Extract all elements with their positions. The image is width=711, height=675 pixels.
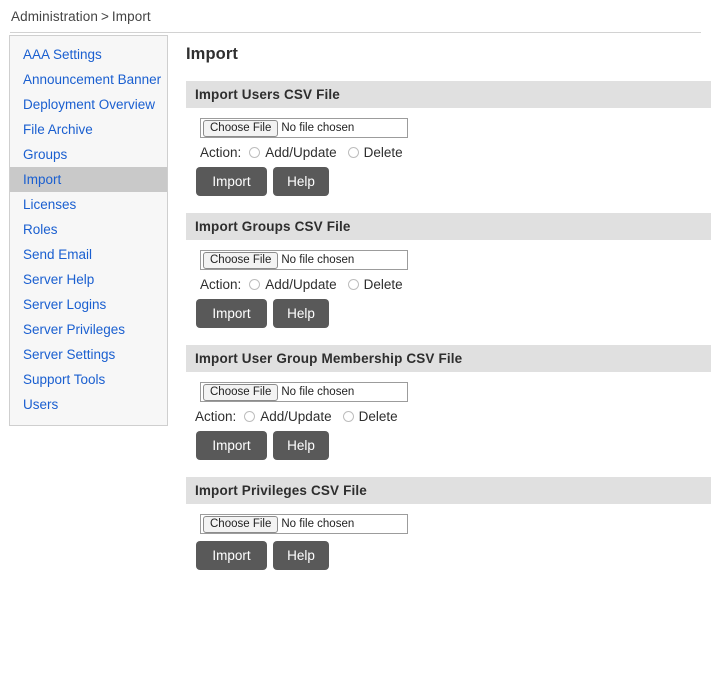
- radio-delete-input[interactable]: [348, 279, 359, 290]
- help-button[interactable]: Help: [273, 431, 329, 460]
- radio-add-update-input[interactable]: [249, 147, 260, 158]
- sidebar-item-label: AAA Settings: [23, 47, 102, 62]
- breadcrumb: Administration>Import: [0, 0, 711, 24]
- sidebar-item-import[interactable]: Import: [10, 167, 167, 192]
- action-label: Action:: [200, 145, 241, 160]
- sidebar-item-label: Support Tools: [23, 372, 105, 387]
- sidebar-item-label: Groups: [23, 147, 67, 162]
- sidebar-item-label: Send Email: [23, 247, 92, 262]
- sidebar-item-label: File Archive: [23, 122, 93, 137]
- sidebar-item-label: Licenses: [23, 197, 76, 212]
- import-sections: Import Users CSV FileChoose FileNo file …: [186, 81, 711, 570]
- sidebar-item-server-logins[interactable]: Server Logins: [10, 292, 167, 317]
- section-import-privileges-csv-file: Import Privileges CSV FileChoose FileNo …: [186, 477, 711, 570]
- button-row: ImportHelp: [196, 167, 711, 196]
- section-header: Import User Group Membership CSV File: [186, 345, 711, 372]
- section-header: Import Groups CSV File: [186, 213, 711, 240]
- admin-sidebar: AAA Settings Announcement Banner Deploymen…: [9, 35, 168, 426]
- radio-add-update-input[interactable]: [244, 411, 255, 422]
- help-button[interactable]: Help: [273, 299, 329, 328]
- action-label: Action:: [195, 409, 236, 424]
- sidebar-item-label: Announcement Banner: [23, 72, 161, 87]
- radio-option-delete[interactable]: Delete: [348, 277, 403, 292]
- radio-add-update-input[interactable]: [249, 279, 260, 290]
- breadcrumb-root[interactable]: Administration: [11, 9, 98, 24]
- sidebar-item-server-privileges[interactable]: Server Privileges: [10, 317, 167, 342]
- choose-file-button[interactable]: Choose File: [203, 516, 278, 533]
- sidebar-item-server-settings[interactable]: Server Settings: [10, 342, 167, 367]
- import-button[interactable]: Import: [196, 167, 267, 196]
- sidebar-item-label: Import: [23, 172, 61, 187]
- action-row: Action: Add/Update Delete: [195, 409, 711, 424]
- radio-add-update-label: Add/Update: [260, 409, 331, 424]
- sidebar-item-announcement-banner[interactable]: Announcement Banner: [10, 67, 167, 92]
- breadcrumb-separator: >: [98, 9, 112, 24]
- sidebar-item-licenses[interactable]: Licenses: [10, 192, 167, 217]
- section-body: Choose FileNo file chosen ImportHelp: [186, 504, 711, 570]
- file-input[interactable]: Choose FileNo file chosen: [200, 118, 408, 138]
- choose-file-button[interactable]: Choose File: [203, 384, 278, 401]
- page-body: AAA Settings Announcement Banner Deploymen…: [0, 33, 711, 675]
- section-import-groups-csv-file: Import Groups CSV FileChoose FileNo file…: [186, 213, 711, 328]
- radio-delete-input[interactable]: [348, 147, 359, 158]
- button-row: ImportHelp: [196, 431, 711, 460]
- sidebar-item-send-email[interactable]: Send Email: [10, 242, 167, 267]
- button-row: ImportHelp: [196, 541, 711, 570]
- sidebar-item-groups[interactable]: Groups: [10, 142, 167, 167]
- action-row: Action: Add/Update Delete: [200, 277, 711, 292]
- sidebar-item-server-help[interactable]: Server Help: [10, 267, 167, 292]
- import-button[interactable]: Import: [196, 299, 267, 328]
- breadcrumb-current: Import: [112, 9, 151, 24]
- section-import-user-group-membership-csv-file: Import User Group Membership CSV FileCho…: [186, 345, 711, 460]
- radio-delete-label: Delete: [364, 277, 403, 292]
- radio-delete-input[interactable]: [343, 411, 354, 422]
- file-input[interactable]: Choose FileNo file chosen: [200, 382, 408, 402]
- radio-option-add-update[interactable]: Add/Update: [249, 277, 336, 292]
- radio-option-delete[interactable]: Delete: [348, 145, 403, 160]
- sidebar-item-roles[interactable]: Roles: [10, 217, 167, 242]
- file-input[interactable]: Choose FileNo file chosen: [200, 250, 408, 270]
- import-button[interactable]: Import: [196, 431, 267, 460]
- import-button[interactable]: Import: [196, 541, 267, 570]
- action-label: Action:: [200, 277, 241, 292]
- help-button[interactable]: Help: [273, 541, 329, 570]
- radio-option-add-update[interactable]: Add/Update: [249, 145, 336, 160]
- page-title: Import: [186, 45, 711, 64]
- radio-option-add-update[interactable]: Add/Update: [244, 409, 331, 424]
- sidebar-item-label: Server Settings: [23, 347, 115, 362]
- section-body: Choose FileNo file chosen Action: Add/Upda…: [186, 108, 711, 196]
- radio-add-update-label: Add/Update: [265, 145, 336, 160]
- section-body: Choose FileNo file chosen Action: Add/Upda…: [186, 240, 711, 328]
- sidebar-item-deployment-overview[interactable]: Deployment Overview: [10, 92, 167, 117]
- sidebar-item-label: Server Logins: [23, 297, 106, 312]
- section-header: Import Privileges CSV File: [186, 477, 711, 504]
- section-body: Choose FileNo file chosen Action: Add/Upda…: [186, 372, 711, 460]
- sidebar-item-file-archive[interactable]: File Archive: [10, 117, 167, 142]
- radio-delete-label: Delete: [359, 409, 398, 424]
- sidebar-item-label: Users: [23, 397, 58, 412]
- file-status-text: No file chosen: [281, 122, 354, 134]
- main-content: Import Import Users CSV FileChoose FileN…: [186, 33, 711, 570]
- sidebar-item-users[interactable]: Users: [10, 392, 167, 417]
- button-row: ImportHelp: [196, 299, 711, 328]
- choose-file-button[interactable]: Choose File: [203, 120, 278, 137]
- file-status-text: No file chosen: [281, 518, 354, 530]
- help-button[interactable]: Help: [273, 167, 329, 196]
- radio-delete-label: Delete: [364, 145, 403, 160]
- choose-file-button[interactable]: Choose File: [203, 252, 278, 269]
- section-header: Import Users CSV File: [186, 81, 711, 108]
- action-row: Action: Add/Update Delete: [200, 145, 711, 160]
- section-import-users-csv-file: Import Users CSV FileChoose FileNo file …: [186, 81, 711, 196]
- sidebar-item-aaa-settings[interactable]: AAA Settings: [10, 42, 167, 67]
- file-input[interactable]: Choose FileNo file chosen: [200, 514, 408, 534]
- file-status-text: No file chosen: [281, 386, 354, 398]
- sidebar-item-support-tools[interactable]: Support Tools: [10, 367, 167, 392]
- radio-add-update-label: Add/Update: [265, 277, 336, 292]
- radio-option-delete[interactable]: Delete: [343, 409, 398, 424]
- sidebar-item-label: Server Help: [23, 272, 94, 287]
- sidebar-item-label: Server Privileges: [23, 322, 125, 337]
- sidebar-item-label: Deployment Overview: [23, 97, 155, 112]
- sidebar-item-label: Roles: [23, 222, 58, 237]
- file-status-text: No file chosen: [281, 254, 354, 266]
